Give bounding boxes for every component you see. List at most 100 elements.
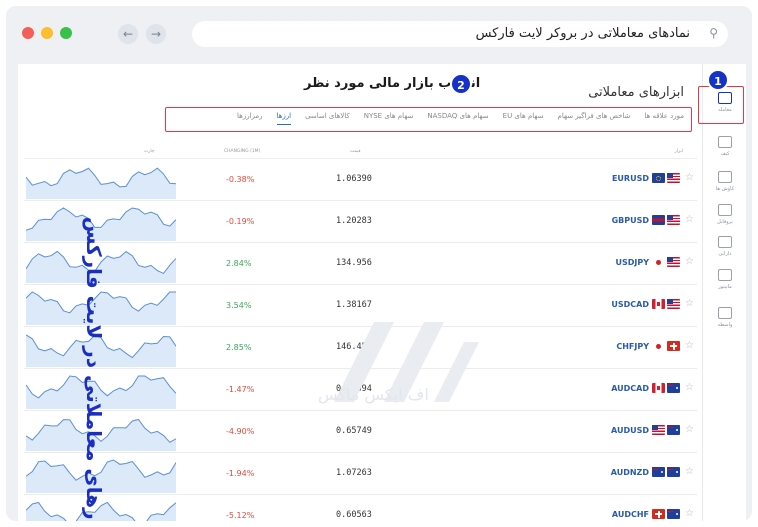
search-icon: ⚲ [709,26,718,40]
change-value: -1.94% [226,469,255,478]
browser-titlebar: ← → نمادهای معاملاتی در بروکر لایت فارکس… [6,6,752,58]
user-icon [718,136,732,148]
flag-us-icon [667,299,680,309]
flag-nz-icon [652,467,665,477]
sidebar-item-1[interactable]: کیف [703,136,747,157]
watermark-text: اف ایکس ماکس [318,385,429,404]
tab-3[interactable]: سهام های NYSE [364,112,414,125]
instrument-symbol[interactable]: USDJPY [615,258,649,267]
currency-flags [650,299,680,311]
change-value: -5.12% [226,511,255,520]
flag-ca-icon [652,299,665,309]
favorite-star-icon[interactable]: ☆ [685,424,694,435]
highlight-box-sidebar [698,86,744,124]
tab-1[interactable]: ارزها [276,112,292,125]
table-row[interactable]: 2.84% 134.956 USDJPY ☆ [24,243,697,285]
favorite-star-icon[interactable]: ☆ [685,466,694,477]
sidebar-item-6[interactable]: واسطه [703,307,747,328]
arrow-right-icon[interactable]: → [146,24,166,44]
tab-5[interactable]: سهام های EU [503,112,544,125]
column-instrument: ابزار [674,149,683,154]
search-icon [718,171,732,183]
tab-0[interactable]: رمزارزها [237,112,263,125]
sparkline-chart [26,167,176,199]
favorite-star-icon[interactable]: ☆ [685,214,694,225]
column-change: CHANGING (1M) [224,149,261,154]
market-tabs: رمزارزها ارزها کالاهای اساسی سهام های NYSE س… [237,112,684,125]
favorite-star-icon[interactable]: ☆ [685,340,694,351]
panel-title: ابزارهای معاملاتی [588,85,684,100]
instrument-symbol[interactable]: GBPUSD [612,216,649,225]
change-value: 2.85% [226,343,252,352]
favorite-star-icon[interactable]: ☆ [685,508,694,519]
sidebar-item-2[interactable]: کاوش ها [703,171,747,192]
minimize-window-button[interactable] [41,27,53,39]
instrument-symbol[interactable]: AUDCAD [611,384,649,393]
currency-flags [650,215,680,227]
change-value: 2.84% [226,259,252,268]
instrument-symbol[interactable]: AUDCHF [612,510,649,519]
flag-au-icon [667,383,680,393]
sidebar-item-5[interactable]: مانیتور [703,269,747,290]
currency-flags [650,257,680,269]
favorite-star-icon[interactable]: ☆ [685,256,694,267]
flag-au-icon [667,509,680,519]
sidebar: معامله کیف کاوش ها پروفایل دارایی مانیتور واسط… [702,64,746,521]
column-chart: چارت [144,149,155,154]
tab-6[interactable]: شاخص های فراگیر سهام [558,112,631,125]
price-value: 1.20283 [336,216,372,226]
sidebar-item-label: کاوش ها [715,186,735,192]
currency-flags [650,467,680,479]
arrow-left-icon[interactable]: ← [118,24,138,44]
flag-jp-icon [652,341,665,351]
flag-jp-icon [652,257,665,267]
sidebar-item-label: واسطه [717,322,733,328]
flag-gb-icon [652,215,665,225]
favorite-star-icon[interactable]: ☆ [685,298,694,309]
instrument-symbol[interactable]: EURUSD [612,174,649,183]
tab-7[interactable]: مورد علاقه ها [644,112,684,125]
favorite-star-icon[interactable]: ☆ [685,382,694,393]
close-window-button[interactable] [22,27,34,39]
currency-flags [650,173,680,185]
address-bar[interactable]: نمادهای معاملاتی در بروکر لایت فارکس ⚲ [192,21,728,47]
change-value: -4.90% [226,427,255,436]
price-value: 1.07263 [336,468,372,478]
vertical-annotation: ابزارهای معاملاتی در لایت فارکس [74,217,114,521]
price-value: 134.956 [336,258,372,268]
sidebar-item-label: پروفایل [717,219,733,225]
instrument-symbol[interactable]: AUDUSD [611,426,649,435]
price-value: 0.60563 [336,510,372,520]
instrument-symbol[interactable]: USDCAD [611,300,649,309]
flag-au-icon [667,467,680,477]
flag-us-icon [667,173,680,183]
sidebar-item-4[interactable]: دارایی [703,236,747,257]
instrument-symbol[interactable]: AUDNZD [611,468,649,477]
flag-ch-icon [652,509,665,519]
flag-eu-icon [652,173,665,183]
card-icon [718,204,732,216]
table-row[interactable]: -5.12% 0.60563 AUDCHF ☆ [24,495,697,521]
flag-us-icon [667,257,680,267]
tab-2[interactable]: کالاهای اساسی [305,112,350,125]
change-value: -0.19% [226,217,255,226]
table-row[interactable]: -1.94% 1.07263 AUDNZD ☆ [24,453,697,495]
favorite-star-icon[interactable]: ☆ [685,172,694,183]
flag-us-icon [652,425,665,435]
flag-ca-icon [652,383,665,393]
maximize-window-button[interactable] [60,27,72,39]
monitor-icon [718,269,732,281]
table-row[interactable]: -4.90% 0.65749 AUDUSD ☆ [24,411,697,453]
currency-flags [650,509,680,521]
sidebar-item-3[interactable]: پروفایل [703,204,747,225]
browser-window: ← → نمادهای معاملاتی در بروکر لایت فارکس… [6,6,752,521]
table-row[interactable]: -0.19% 1.20283 GBPUSD ☆ [24,201,697,243]
flag-us-icon [667,215,680,225]
table-row[interactable]: -0.38% 1.06390 EURUSD ☆ [24,159,697,201]
step-badge-1: 1 [707,69,729,91]
change-value: -1.47% [226,385,255,394]
tab-4[interactable]: سهام های NASDAQ [427,112,488,125]
vertical-annotation-text: ابزارهای معاملاتی در لایت فارکس [82,216,106,521]
change-value: -0.38% [226,175,255,184]
instrument-symbol[interactable]: CHFJPY [616,342,649,351]
